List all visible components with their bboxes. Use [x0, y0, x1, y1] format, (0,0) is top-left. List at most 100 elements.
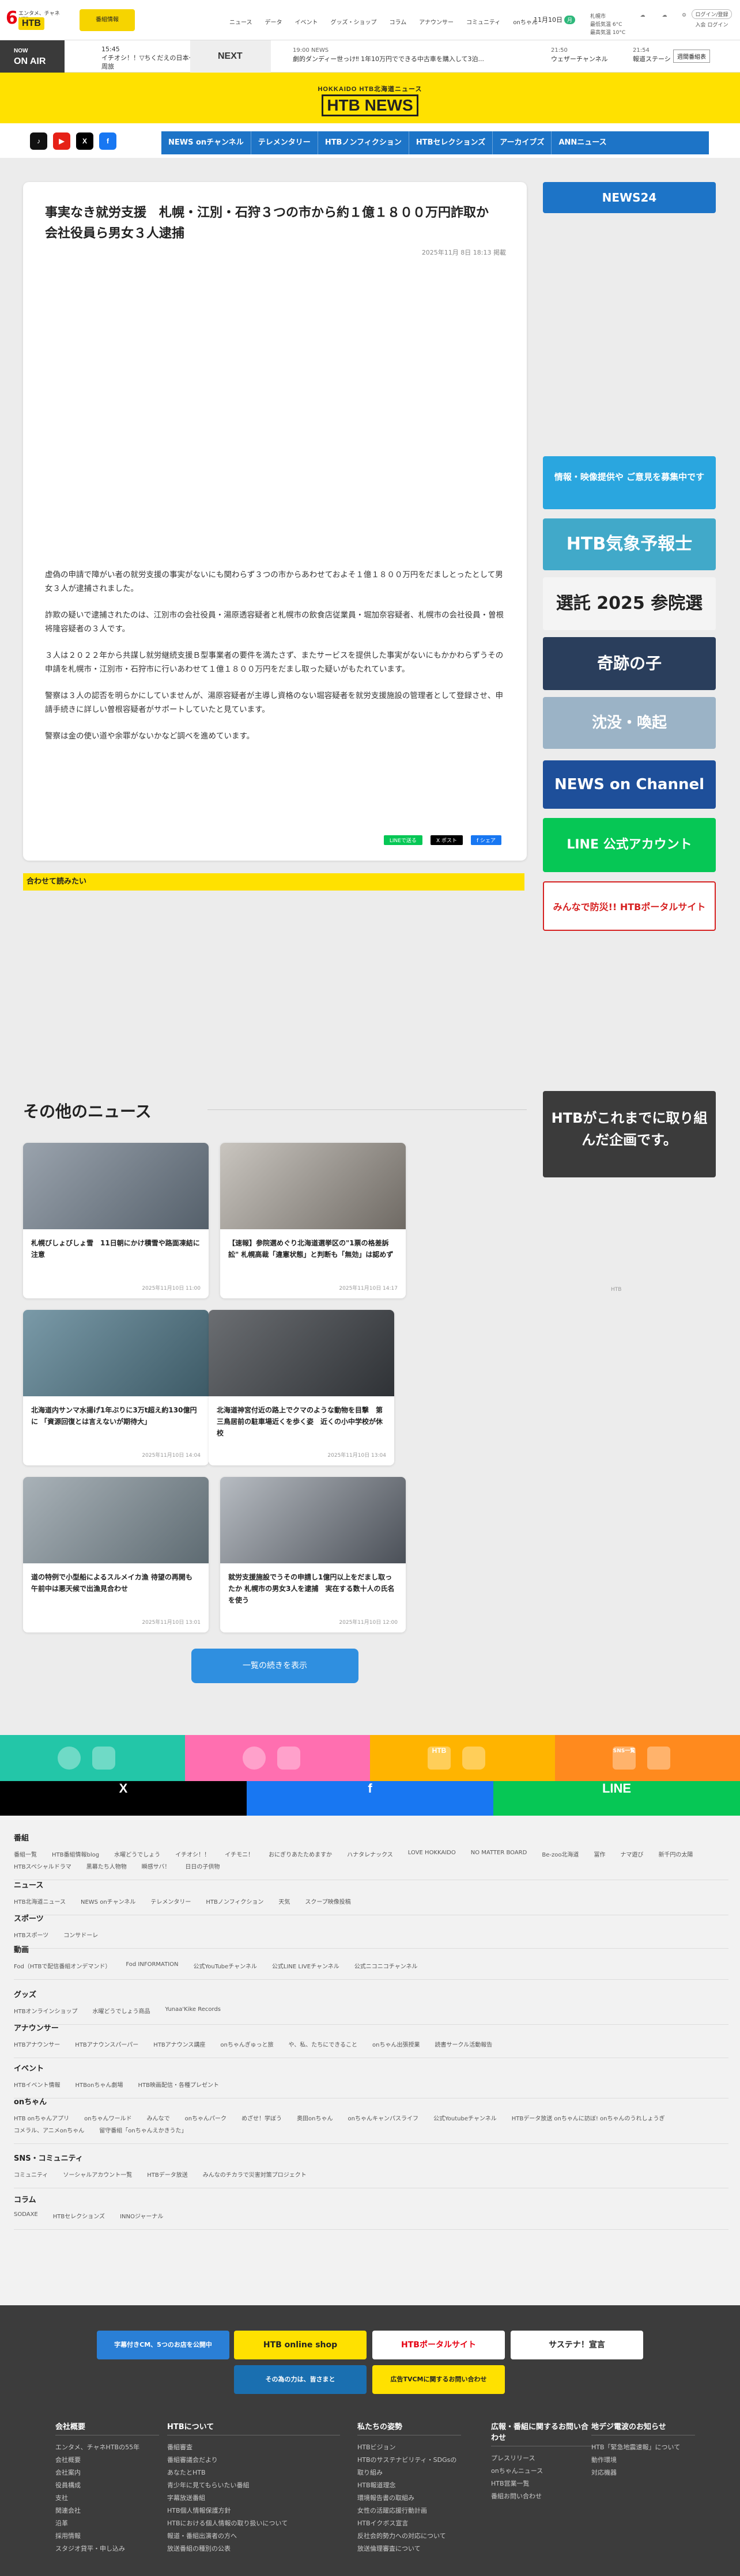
sitemap-link[interactable]: Fod INFORMATION [126, 1961, 178, 1970]
htb-logo[interactable]: 6 エンタメ、チャネHTB HTB [6, 8, 68, 31]
nav-nonfiction[interactable]: HTBノンフィクション [317, 131, 409, 154]
load-more-button[interactable]: 一覧の続きを表示 [191, 1649, 358, 1683]
sitemap-link[interactable]: 奥田onちゃん [297, 2113, 333, 2122]
sitemap-link[interactable]: 新千円の太陽 [658, 1850, 693, 1858]
sitemap-link[interactable]: HTB北海道ニュース [14, 1897, 66, 1906]
sitemap-heading[interactable]: 番組 [14, 1832, 728, 1843]
sitemap-link[interactable]: や、私、たちにできること [289, 2040, 358, 2048]
sns-tile[interactable]: SNS一覧 [555, 1735, 740, 1781]
sitemap-link[interactable]: Be-zoo北海道 [542, 1850, 579, 1858]
footer-link[interactable]: 会社概要 [55, 2454, 159, 2467]
sitemap-link[interactable]: HTB onちゃんアプリ [14, 2113, 69, 2122]
footer-link[interactable]: 対応機器 [591, 2467, 695, 2479]
sitemap-link[interactable]: Fod（HTBで配信番組オンデマンド） [14, 1961, 111, 1970]
sitemap-link[interactable]: NO MATTER BOARD [471, 1850, 527, 1858]
sitemap-heading[interactable]: スポーツ [14, 1912, 728, 1923]
footer-link[interactable]: 動作環境 [591, 2454, 695, 2467]
join-link[interactable]: 入会 [696, 22, 706, 28]
sitemap-link[interactable]: onちゃん出張授業 [372, 2040, 420, 2048]
sitemap-link[interactable]: HTBイベント情報 [14, 2080, 61, 2089]
login-area[interactable]: ログイン/登録 入会 ログイン [692, 9, 732, 28]
sitemap-link[interactable]: NEWS onチャンネル [81, 1897, 135, 1906]
sitemap-link[interactable]: HTBアナウンサー [14, 2040, 60, 2048]
footer-link[interactable]: HTBにおける個人情報の取り扱いについて [167, 2517, 340, 2530]
sitemap-link[interactable]: HTBデータ放送 onちゃんに訪ぼ! onちゃんのうれしょうぎ [512, 2113, 665, 2122]
sitemap-link[interactable]: 水曜どうでしょう商品 [93, 2006, 150, 2015]
footer-link[interactable]: onちゃんニュース [491, 2465, 595, 2477]
footer-banner[interactable]: サステナ！宣言 [511, 2331, 643, 2359]
sitemap-heading[interactable]: アナウンサー [14, 2022, 728, 2033]
footer-banner[interactable]: HTBポータルサイト [372, 2331, 505, 2359]
footer-link[interactable]: HTBイクボス宣言 [357, 2517, 461, 2530]
topnav-goods[interactable]: グッズ・ショップ [331, 17, 377, 26]
topnav-data[interactable]: データ [265, 17, 282, 26]
sitemap-heading[interactable]: ニュース [14, 1879, 728, 1890]
youtube-icon[interactable]: ▶ [53, 132, 70, 150]
sitemap-link[interactable]: HTBデータ放送 [147, 2170, 188, 2179]
footer-link[interactable]: HTB報道理念 [357, 2479, 461, 2492]
line-link[interactable]: LINE [493, 1781, 740, 1816]
sitemap-link[interactable]: HTB映画配信・各種プレゼント [138, 2080, 219, 2089]
sitemap-link[interactable]: SODAXE [14, 2211, 38, 2220]
sitemap-link[interactable]: 留守番組「onちゃんえかきうた」 [99, 2126, 187, 2134]
sitemap-link[interactable]: onちゃんぎゅっと旅 [220, 2040, 273, 2048]
sitemap-link[interactable]: onちゃんキャンパスライフ [348, 2113, 418, 2122]
sitemap-link[interactable]: 公式ニコニコチャンネル [354, 1961, 418, 1970]
schedule-item[interactable]: 19:00 NEWS 劇的ダンディー世っけ‼ 1年10万円でできる中古車を購入し… [293, 46, 518, 63]
sitemap-link[interactable]: イチオシ！！ [175, 1850, 210, 1858]
sitemap-link[interactable]: 読書サークル活動報告 [435, 2040, 493, 2048]
login-link[interactable]: ログイン [707, 22, 728, 28]
news-card[interactable]: 【速報】参院選めぐり北海道選挙区の"1票の格差訴訟" 札幌高裁「違憲状態」と判断… [220, 1143, 406, 1298]
sitemap-link[interactable]: コンサドーレ [63, 1930, 98, 1939]
miracle-child-banner[interactable]: 奇跡の子 [543, 637, 716, 690]
sitemap-link[interactable]: HTBオンラインショップ [14, 2006, 78, 2015]
x-icon[interactable]: X [76, 132, 93, 150]
footer-link[interactable]: 番組お問い合わせ [491, 2490, 595, 2503]
footer-link[interactable]: 報道・番組出演者の方へ [167, 2530, 340, 2543]
sitemap-link[interactable]: 黒幕たち人物物 [86, 1862, 127, 1870]
facebook-link[interactable]: f [247, 1781, 493, 1816]
x-post-button[interactable]: X ポスト [430, 835, 463, 845]
sitemap-heading[interactable]: 動画 [14, 1944, 728, 1954]
htb-project-ad[interactable]: HTBがこれまでに取り組んだ企画です。 [543, 1091, 716, 1177]
news-on-channel-banner[interactable]: NEWS on Channel [543, 760, 716, 809]
sitemap-link[interactable]: HTBスペシャルドラマ [14, 1862, 71, 1870]
sns-tile[interactable] [0, 1735, 185, 1781]
footer-link[interactable]: プレスリリース [491, 2452, 595, 2465]
footer-link[interactable]: 環境報告書の取組み [357, 2492, 461, 2505]
onair-current[interactable]: 15:45 イチオシ！！▽ちくだえの日本一周旅 [101, 45, 199, 71]
sitemap-link[interactable]: 冨作 [594, 1850, 605, 1858]
sitemap-link[interactable]: HTBスポーツ [14, 1930, 48, 1939]
nav-archives[interactable]: アーカイブズ [492, 131, 551, 154]
nav-selections[interactable]: HTBセレクションズ [408, 131, 492, 154]
sitemap-link[interactable]: スクープ映像投稿 [305, 1897, 350, 1906]
topnav-column[interactable]: コラム [390, 17, 407, 26]
sitemap-heading[interactable]: SNS・コミュニティ [14, 2152, 728, 2163]
info-submission-banner[interactable]: 情報・映像提供や ご意見を募集中です [543, 456, 716, 509]
footer-link[interactable]: 字幕放送番組 [167, 2492, 340, 2505]
bosai-portal-banner[interactable]: みんなで防災!! HTBポータルサイト [543, 881, 716, 931]
footer-link[interactable]: HTBビジョン [357, 2441, 461, 2454]
sitemap-link[interactable]: 水曜どうでしょう [114, 1850, 160, 1858]
sitemap-link[interactable]: Yunaa'Kike Records [165, 2006, 221, 2015]
sitemap-link[interactable]: HTBアナウンス講座 [153, 2040, 205, 2048]
sitemap-link[interactable]: コメラル、アニメonちゃん [14, 2126, 84, 2134]
footer-link[interactable]: 採用情報 [55, 2530, 159, 2543]
footer-link[interactable]: 番組審査 [167, 2441, 340, 2454]
news-card[interactable]: 就労支援施設でうその申請し1億円以上をだまし取ったか 札幌市の男女3人を逮捕 実… [220, 1477, 406, 1632]
news-card[interactable]: 北海道内サンマ水揚げ1年ぶりに3万t超え約130億円に 「資源回復とは言えないが… [23, 1310, 209, 1465]
topnav-event[interactable]: イベント [295, 17, 318, 26]
footer-link[interactable]: 放送倫理審査について [357, 2543, 461, 2555]
footer-link[interactable]: 青少年に見てもらいたい番組 [167, 2479, 340, 2492]
weather-forecaster-banner[interactable]: HTB気象予報士 [543, 518, 716, 570]
footer-link[interactable]: 関連会社 [55, 2505, 159, 2517]
footer-link[interactable]: 女性の活躍応援行動計画 [357, 2505, 461, 2517]
sitemap-link[interactable]: コミュニティ [14, 2170, 48, 2179]
sitemap-link[interactable]: 天気 [278, 1897, 290, 1906]
line-share-button[interactable]: LINEで送る [383, 835, 422, 845]
x-link[interactable]: X [0, 1781, 247, 1816]
settings-icon[interactable]: ⚙ [674, 13, 694, 26]
sitemap-link[interactable]: ハナタレナックス [347, 1850, 393, 1858]
nav-telementary[interactable]: テレメンタリー [250, 131, 318, 154]
sitemap-link[interactable]: HTBアナウンスパーパー [75, 2040, 138, 2048]
